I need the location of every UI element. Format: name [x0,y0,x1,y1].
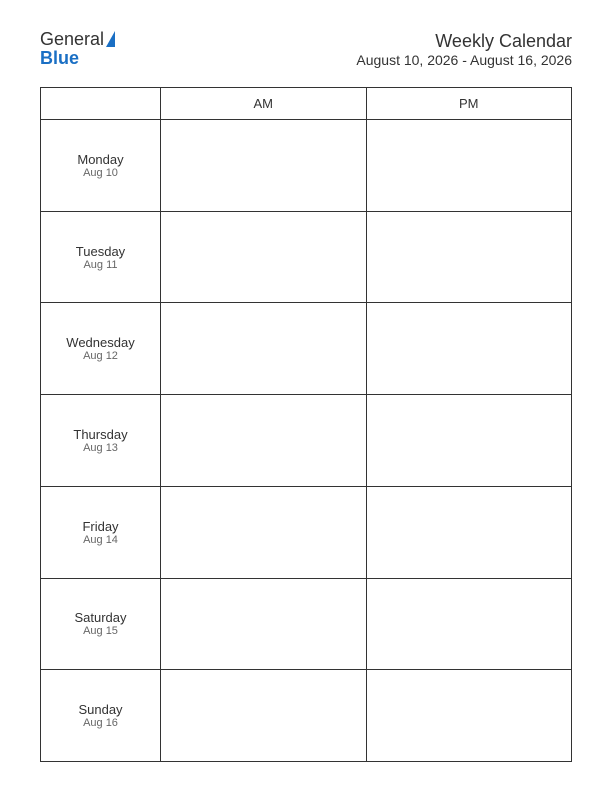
day-column-header [41,88,161,120]
day-name: Tuesday [45,244,156,259]
table-row: FridayAug 14 [41,486,572,578]
day-date: Aug 10 [45,167,156,179]
day-date: Aug 15 [45,625,156,637]
day-date: Aug 14 [45,534,156,546]
logo: General Blue [40,30,115,69]
logo-triangle-icon [106,31,115,47]
am-cell[interactable] [161,486,367,578]
logo-general: General [40,30,104,48]
am-cell[interactable] [161,670,367,762]
day-label-cell: MondayAug 10 [41,120,161,212]
pm-cell[interactable] [366,670,572,762]
day-date: Aug 16 [45,717,156,729]
am-cell[interactable] [161,395,367,487]
pm-cell[interactable] [366,486,572,578]
am-cell[interactable] [161,303,367,395]
header: General Blue Weekly Calendar August 10, … [40,30,572,69]
day-name: Monday [45,152,156,167]
page: General Blue Weekly Calendar August 10, … [0,0,612,792]
am-cell[interactable] [161,578,367,670]
day-label-cell: SundayAug 16 [41,670,161,762]
logo-text: General [40,30,115,48]
day-label-cell: FridayAug 14 [41,486,161,578]
table-row: SaturdayAug 15 [41,578,572,670]
day-name: Sunday [45,702,156,717]
calendar-table: AM PM MondayAug 10TuesdayAug 11Wednesday… [40,87,572,762]
logo-blue: Blue [40,48,79,69]
table-row: ThursdayAug 13 [41,395,572,487]
day-name: Friday [45,519,156,534]
day-label-cell: SaturdayAug 15 [41,578,161,670]
calendar-title: Weekly Calendar [356,31,572,52]
pm-column-header: PM [366,88,572,120]
day-name: Saturday [45,610,156,625]
pm-cell[interactable] [366,120,572,212]
day-name: Wednesday [45,335,156,350]
am-cell[interactable] [161,211,367,303]
table-row: WednesdayAug 12 [41,303,572,395]
day-label-cell: TuesdayAug 11 [41,211,161,303]
table-row: MondayAug 10 [41,120,572,212]
pm-cell[interactable] [366,303,572,395]
pm-cell[interactable] [366,395,572,487]
column-header-row: AM PM [41,88,572,120]
day-name: Thursday [45,427,156,442]
pm-cell[interactable] [366,578,572,670]
day-date: Aug 11 [45,259,156,271]
am-cell[interactable] [161,120,367,212]
date-range: August 10, 2026 - August 16, 2026 [356,52,572,68]
table-row: SundayAug 16 [41,670,572,762]
day-date: Aug 12 [45,350,156,362]
am-column-header: AM [161,88,367,120]
day-date: Aug 13 [45,442,156,454]
day-label-cell: WednesdayAug 12 [41,303,161,395]
table-row: TuesdayAug 11 [41,211,572,303]
day-label-cell: ThursdayAug 13 [41,395,161,487]
title-block: Weekly Calendar August 10, 2026 - August… [356,31,572,68]
pm-cell[interactable] [366,211,572,303]
